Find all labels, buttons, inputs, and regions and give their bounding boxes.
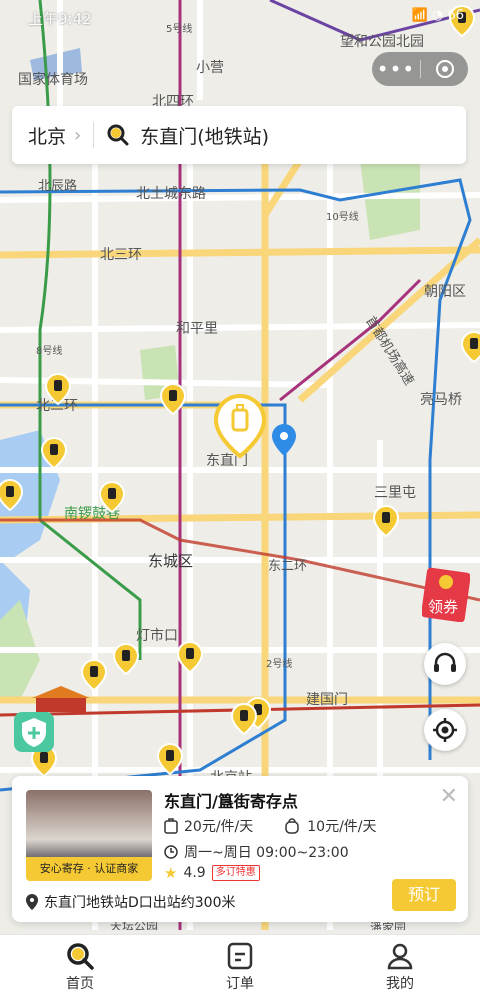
map-label-dengshikou: 灯市口	[136, 627, 178, 644]
map-label-east2: 东二环	[268, 559, 307, 574]
tab-orders[interactable]: 订单	[160, 935, 320, 1000]
map-label-north3: 北三环	[100, 247, 142, 263]
map-label-line10: 10号线	[326, 210, 359, 223]
map-label-liangmaqiao: 亮马桥	[420, 391, 462, 408]
address-row: 东直门地铁站D口出站约300米	[26, 892, 236, 912]
certified-badge: 安心寄存 · 认证商家	[26, 857, 152, 881]
map-label-hepingli: 和平里	[176, 321, 218, 337]
headset-icon	[434, 652, 456, 672]
clock-icon	[164, 845, 178, 859]
price-row: 20元/件/天 10元/件/天	[164, 816, 377, 836]
tab-home[interactable]: 首页	[0, 935, 160, 1000]
locker-pin[interactable]	[80, 658, 108, 692]
map-label-sanlitun: 三里屯	[374, 485, 416, 501]
map-label-dongcheng: 东城区	[148, 552, 193, 570]
crosshair-icon	[433, 718, 457, 742]
coupon-label: 领券	[428, 598, 459, 616]
order-icon	[227, 942, 253, 970]
locker-pin[interactable]	[112, 642, 140, 676]
promo-badge: 多订特惠	[211, 865, 260, 881]
map-label-line5: 5号线	[166, 22, 192, 35]
tab-bar: 首页 订单 我的	[0, 934, 480, 1000]
status-time: 上午9:42	[28, 10, 92, 28]
map-label-beitucheng: 北土城东路	[136, 186, 206, 202]
current-location-marker	[272, 424, 296, 456]
battery-level: 66	[447, 8, 464, 23]
search-icon	[107, 124, 129, 146]
location-pin-icon	[26, 894, 38, 910]
price-small: 20元/件/天	[184, 819, 254, 835]
locker-pin[interactable]	[230, 702, 258, 736]
tiananmen-icon	[32, 686, 90, 712]
selected-locker-pin[interactable]	[213, 393, 267, 459]
chevron-right-icon: ›	[74, 124, 82, 146]
map-label-chaoyang: 朝阳区	[424, 284, 466, 300]
map-label-jianguomen: 建国门	[306, 692, 348, 708]
opening-hours: 周一~周日 09:00~23:00	[184, 845, 349, 861]
city-selector[interactable]: 北京	[28, 122, 66, 149]
suitcase-icon	[164, 818, 178, 834]
map-label-park: 望和公园北园	[340, 34, 424, 50]
tab-home-label: 首页	[66, 976, 94, 992]
shield-icon	[14, 712, 54, 752]
star-icon: ★	[164, 864, 178, 882]
store-card[interactable]: 安心寄存 · 认证商家 东直门/簋街寄存点 ✕ 20元/件/天 10元/件/天 …	[12, 776, 468, 922]
tab-profile-label: 我的	[386, 976, 414, 992]
search-icon	[67, 943, 94, 970]
store-title: 东直门/簋街寄存点	[164, 792, 298, 811]
store-address: 东直门地铁站D口出站约300米	[44, 895, 236, 911]
hours-row: 周一~周日 09:00~23:00	[164, 842, 349, 862]
map-label-line8: 8号线	[36, 344, 62, 357]
locker-pin[interactable]	[176, 640, 204, 674]
profile-icon	[387, 943, 413, 970]
tab-orders-label: 订单	[226, 976, 254, 992]
locate-me-button[interactable]	[424, 709, 466, 751]
map-label-beichen: 北辰路	[38, 178, 77, 194]
rating-value: 4.9	[183, 865, 206, 881]
tab-profile[interactable]: 我的	[320, 935, 480, 1000]
locker-pin[interactable]	[460, 330, 480, 364]
close-miniprogram-icon[interactable]	[421, 60, 468, 78]
map-label-line2: 2号线	[266, 657, 292, 670]
rating-row: ★ 4.9 多订特惠	[164, 864, 260, 882]
insurance-shield-button[interactable]	[14, 712, 54, 752]
search-bar[interactable]: 北京 › 东直门(地铁站)	[12, 106, 466, 164]
map-label-xiaoying: 小营	[196, 60, 224, 76]
price-large: 10元/件/天	[307, 819, 377, 835]
search-query[interactable]: 东直门(地铁站)	[140, 122, 269, 149]
map-label-stadium: 国家体育场	[18, 71, 88, 88]
search-divider	[93, 122, 95, 148]
status-battery: 📶 ◔ 66	[411, 8, 464, 23]
more-menu-icon[interactable]: •••	[372, 52, 420, 86]
close-icon[interactable]: ✕	[440, 784, 458, 809]
book-button[interactable]: 预订	[392, 879, 456, 911]
miniprogram-capsule: •••	[372, 52, 468, 86]
customer-service-button[interactable]	[424, 643, 466, 685]
backpack-icon	[285, 818, 299, 834]
coupon-button[interactable]: 领券	[421, 566, 471, 623]
